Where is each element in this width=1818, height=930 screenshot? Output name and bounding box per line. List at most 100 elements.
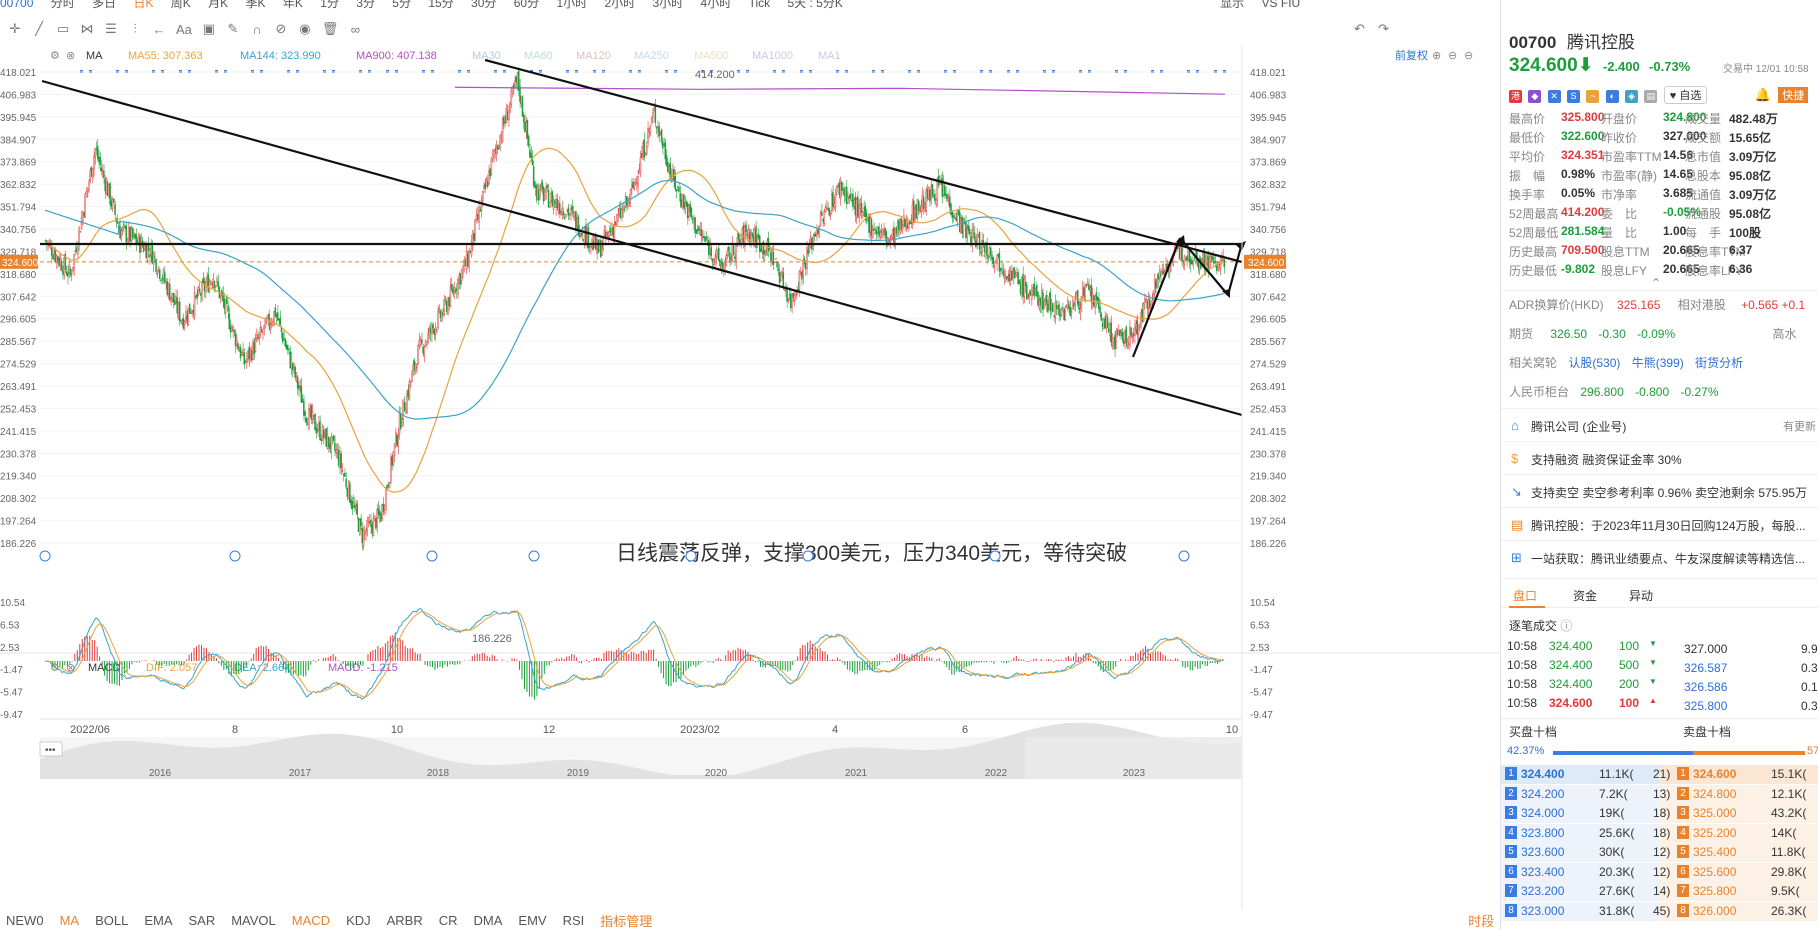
indicator-tab[interactable]: MAVOL xyxy=(231,913,276,928)
tab-orderbook[interactable]: 盘口 xyxy=(1513,587,1537,604)
period-item[interactable]: 多日 xyxy=(92,0,116,9)
period-item[interactable]: 月K xyxy=(208,0,228,9)
indicator-tab[interactable]: NEW0 xyxy=(6,913,44,928)
candle-body xyxy=(1080,296,1083,312)
candle-body xyxy=(931,184,934,197)
candle-body xyxy=(411,371,413,382)
period-item[interactable]: 分时 xyxy=(51,0,75,9)
candle-body xyxy=(1214,261,1217,263)
image-tool-icon[interactable]: ▣ xyxy=(202,21,216,37)
channel-tool-icon[interactable]: ☰ xyxy=(104,21,118,37)
line-tool-icon[interactable]: ╱ xyxy=(32,21,46,37)
indicator-manage[interactable]: 指标管理 xyxy=(600,911,652,930)
candle-body xyxy=(382,503,385,512)
hide-icon[interactable]: ⊘ xyxy=(274,21,288,37)
eye-icon[interactable]: ◉ xyxy=(298,21,312,37)
news-item[interactable]: ⊞ 一站获取：腾讯业绩要点、牛友深度解读等精选信... xyxy=(1501,540,1818,573)
period-item[interactable]: 30分 xyxy=(471,0,496,9)
candle-body xyxy=(858,204,860,219)
hk-badge-icon[interactable]: 港 xyxy=(1509,90,1522,103)
period-item[interactable]: 周K xyxy=(171,0,191,9)
candle-body xyxy=(1186,256,1188,262)
text-tool-icon[interactable]: Aa xyxy=(176,22,192,37)
candle-body xyxy=(947,198,950,201)
period-item[interactable]: 15分 xyxy=(428,0,453,9)
news-item[interactable]: ▤ 腾讯控股：于2023年11月30日回购124万股，每股... xyxy=(1501,507,1818,540)
s-badge-icon[interactable]: S xyxy=(1567,90,1581,103)
tab-anomaly[interactable]: 异动 xyxy=(1629,587,1653,604)
period-item[interactable]: 3小时 xyxy=(653,0,684,9)
rect-tool-icon[interactable]: ▭ xyxy=(56,21,70,37)
watchlist-button[interactable]: ♥ 自选 xyxy=(1663,86,1708,104)
candle-body xyxy=(322,430,325,439)
quick-trade-button[interactable]: 快捷 xyxy=(1778,87,1809,103)
indicator-tab[interactable]: CR xyxy=(439,913,458,928)
redo-icon[interactable]: ↷ xyxy=(1376,21,1390,37)
collapse-chevron-icon[interactable]: ⌃ xyxy=(1651,276,1661,290)
indicator-tab[interactable]: DMA xyxy=(474,913,503,928)
trash-icon[interactable]: 🗑 xyxy=(322,21,339,37)
news-item[interactable]: $ 支持融资 融资保证金率 30% xyxy=(1501,441,1818,474)
period-item[interactable]: 1分 xyxy=(320,0,339,9)
candle-body xyxy=(1019,282,1022,294)
tag-badge-icon[interactable]: ◆ xyxy=(1528,90,1542,103)
trend-badge-icon[interactable]: ~ xyxy=(1586,90,1600,103)
period-item[interactable]: 3分 xyxy=(356,0,375,9)
pen-icon[interactable]: ✎ xyxy=(226,21,240,37)
doc-badge-icon[interactable]: ▤ xyxy=(1644,90,1658,103)
indicator-tab[interactable]: ARBR xyxy=(387,913,423,928)
candle-body xyxy=(821,211,823,216)
indicator-tab[interactable]: BOLL xyxy=(95,913,128,928)
fib-tool-icon[interactable]: ⫶ xyxy=(128,21,142,37)
candle-body xyxy=(275,314,278,317)
kline-chart[interactable]: ⚙ ⊗ MA MA55: 307.363 MA144: 323.990 MA90… xyxy=(0,45,1500,913)
period-item[interactable]: 年K xyxy=(283,0,303,9)
session-button[interactable]: 时段 xyxy=(1468,911,1494,930)
display-button[interactable]: 显示 xyxy=(1220,0,1244,9)
compare-button[interactable]: VS FIU xyxy=(1262,0,1301,9)
book-row[interactable]: 2 324.200 7.2K(13) 2 324.800 12.1K( xyxy=(1501,784,1818,804)
period-item[interactable]: 2小时 xyxy=(604,0,635,9)
book-row[interactable]: 8 323.000 31.8K(45) 8 326.000 26.3K( xyxy=(1501,901,1818,921)
book-row[interactable]: 7 323.200 27.6K(14) 7 325.800 9.5K( xyxy=(1501,882,1818,901)
period-item-active[interactable]: 日K xyxy=(133,0,153,9)
indicator-tab-macd[interactable]: MACD xyxy=(292,913,330,928)
warrant-link[interactable]: 认股(530) xyxy=(1568,356,1620,370)
period-item[interactable]: 5天 : 5分K xyxy=(787,0,842,9)
period-item[interactable]: 1小时 xyxy=(556,0,587,9)
fork-tool-icon[interactable]: ⋈ xyxy=(80,21,94,37)
chart-area[interactable]: ⚙ ⊗ MA MA55: 307.363 MA144: 323.990 MA90… xyxy=(0,45,1500,925)
period-item[interactable]: 季K xyxy=(246,0,266,9)
news-item[interactable]: ↘ 支持卖空 卖空参考利率 0.96% 卖空池剩余 575.95万 xyxy=(1501,474,1818,507)
indicator-tab[interactable]: EMA xyxy=(144,913,172,928)
indicator-tab[interactable]: RSI xyxy=(563,913,585,928)
crosshair-icon[interactable]: ✛ xyxy=(8,21,22,37)
bell-icon[interactable]: 🔔 xyxy=(1755,87,1771,103)
chart-badge-icon[interactable]: ◐ xyxy=(1605,90,1619,103)
book-row[interactable]: 5 323.600 30K(12) 5 325.400 11.8K( xyxy=(1501,843,1818,862)
indicator-tab[interactable]: KDJ xyxy=(346,913,371,928)
magnet-icon[interactable]: ∩ xyxy=(250,22,264,37)
period-item[interactable]: 4小时 xyxy=(701,0,732,9)
book-row[interactable]: 6 323.400 20.3K(12) 6 325.600 29.8K( xyxy=(1501,862,1818,882)
link-icon[interactable]: ∞ xyxy=(348,22,362,37)
book-row[interactable]: 3 324.000 19K(18) 3 325.000 43.2K( xyxy=(1501,804,1818,823)
indicator-tab[interactable]: EMV xyxy=(518,913,546,928)
period-item[interactable]: 60分 xyxy=(514,0,539,9)
street-link[interactable]: 街货分析 xyxy=(1695,356,1743,370)
conn-badge-icon[interactable]: ✕ xyxy=(1547,90,1561,103)
indicator-tab-ma[interactable]: MA xyxy=(60,913,80,928)
undo-icon[interactable]: ↶ xyxy=(1352,21,1366,37)
period-item[interactable]: Tick xyxy=(749,0,771,9)
tab-capital[interactable]: 资金 xyxy=(1573,587,1597,604)
book-row[interactable]: 4 323.800 25.6K(18) 4 325.200 14K( xyxy=(1501,823,1818,843)
news-item[interactable]: ⌂ 腾讯公司 (企业号) 有更新 xyxy=(1501,408,1818,441)
arrow-tool-icon[interactable]: ← xyxy=(152,22,166,37)
book-row[interactable]: 1 324.400 11.1K(21) 1 324.600 15.1K( xyxy=(1501,765,1818,784)
tag2-badge-icon[interactable]: ◈ xyxy=(1625,90,1639,103)
period-item[interactable]: 00700 xyxy=(0,0,33,9)
period-item[interactable]: 5分 xyxy=(392,0,411,9)
indicator-tab[interactable]: SAR xyxy=(188,913,215,928)
candle-body xyxy=(345,478,347,488)
cbbc-link[interactable]: 牛熊(399) xyxy=(1632,356,1684,370)
